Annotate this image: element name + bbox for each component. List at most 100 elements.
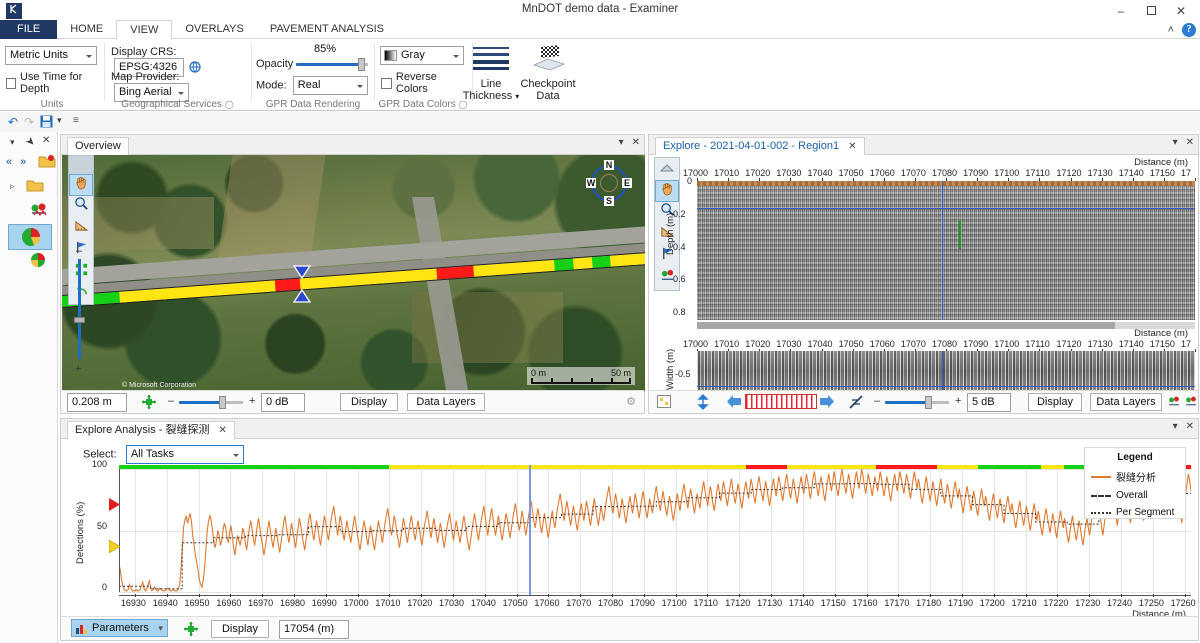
overview-close-icon[interactable]: ✕ [632,137,640,148]
maximize-button[interactable] [1136,1,1166,21]
gain-decrease-icon[interactable]: – [168,395,174,407]
explore-data-layers-button[interactable]: Data Layers [1090,393,1162,411]
green-marker-line [959,221,961,249]
unit-system-combo[interactable]: Metric Units [5,46,97,65]
radargram-hscrollbar[interactable] [697,322,1195,329]
zoom-magnifier-icon[interactable] [69,196,93,218]
close-button[interactable]: ✕ [1166,1,1196,21]
collapse-up-icon[interactable] [655,158,679,180]
red-threshold-marker[interactable] [109,498,120,514]
overview-header-buttons: ▾ ✕ [619,137,640,148]
x-tick-label: 17100 [661,598,687,608]
series-line-crack-analysis [119,469,1191,592]
chart-y-axis [119,469,120,592]
map-zoom-slider[interactable]: – + [72,245,86,375]
overview-tab[interactable]: Overview [67,137,129,155]
analysis-tab-close-icon[interactable]: ✕ [219,425,227,436]
radargram-depth[interactable] [697,181,1195,320]
dock-item-pie-chart[interactable] [8,224,52,250]
checkbox-box[interactable] [381,77,392,89]
dock-item-ball[interactable] [30,252,64,274]
dock-item-markers[interactable] [30,202,64,224]
explore-display-button[interactable]: Display [1028,393,1082,411]
overview-dropdown-icon[interactable]: ▾ [619,137,624,148]
analysis-tab[interactable]: Explore Analysis - 裂缝探测 ✕ [67,421,235,439]
chevron-up-icon[interactable]: ˄ [1168,24,1174,36]
use-time-for-depth-checkbox[interactable]: Use Time for Depth [6,71,104,95]
markers-icon[interactable] [1167,395,1181,411]
crosshair-icon[interactable] [848,394,864,413]
task-select-combo[interactable]: All Tasks [125,445,244,464]
analysis-dropdown-icon[interactable]: ▾ [1173,421,1178,432]
application-window: MnDOT demo data - Examiner – ✕ FILE HOME… [0,0,1200,643]
explore-dropdown-icon[interactable]: ▾ [1173,137,1178,148]
help-icon[interactable]: ? [1182,22,1196,37]
analysis-display-button[interactable]: Display [211,620,269,638]
analysis-position-field[interactable]: 17054 (m) [279,620,349,639]
gain-slider[interactable] [179,396,243,409]
use-time-for-depth-label: Use Time for Depth [19,71,83,95]
distance-tick-label: 17090 [963,168,989,178]
zoom-in-icon[interactable]: + [75,363,81,375]
overview-display-button[interactable]: Display [340,393,398,411]
ribbon-tab-overlays[interactable]: OVERLAYS [172,20,257,39]
resolution-field[interactable]: 0.208 m [67,393,127,412]
measure-ruler-icon[interactable] [69,218,93,240]
detections-chart[interactable] [119,465,1191,596]
save-icon[interactable] [40,115,53,131]
fit-to-extent-icon[interactable] [141,394,157,413]
ribbon-tab-view[interactable]: VIEW [116,20,173,40]
analysis-close-icon[interactable]: ✕ [1186,421,1194,432]
parameters-dropdown-icon[interactable]: ▾ [158,620,163,637]
thumbnail-icon[interactable] [657,395,671,411]
parameters-button[interactable]: Parameters ▾ [71,619,168,637]
explore-close-icon[interactable]: ✕ [1186,137,1194,148]
dock-close-icon[interactable]: ✕ [42,135,50,146]
trace-strip-icon[interactable] [745,394,817,409]
overview-map[interactable]: – + N S E W 0 m 50 m © Microsoft Corpora… [62,155,645,391]
chart-x-axis [119,595,1191,596]
checkpoint-data-button[interactable]: Checkpoint Data [514,45,582,102]
next-trace-icon[interactable] [819,395,834,411]
ribbon-tab-pavement-analysis[interactable]: PAVEMENT ANALYSIS [257,20,397,39]
ribbon-tab-file[interactable]: FILE [0,20,58,39]
collapse-all-icon[interactable]: « [6,156,12,168]
explore-gain-decrease-icon[interactable]: – [874,395,880,407]
tree-expander-icon[interactable]: ▹ [10,181,15,192]
distance-tick-label: 17100 [994,339,1020,349]
gain-field[interactable]: 0 dB [261,393,305,412]
compass-rose[interactable]: N S E W [586,160,632,206]
pan-hand-icon[interactable] [69,174,93,196]
yellow-threshold-marker[interactable] [108,539,121,556]
explore-gain-slider[interactable] [885,396,949,409]
markers-alt-icon[interactable] [1184,395,1198,411]
checkbox-box[interactable] [6,77,16,89]
explore-tab[interactable]: Explore - 2021-04-01-002 - Region1 ✕ [655,137,865,155]
gain-increase-icon[interactable]: + [249,395,255,407]
zoom-out-icon[interactable]: – [76,245,82,257]
dialog-launcher-icon[interactable]: ◯ [225,100,234,109]
explore-gain-increase-icon[interactable]: + [955,395,961,407]
qat-dropdown-icon[interactable]: ▾ [57,115,62,126]
fit-to-extent-icon[interactable] [183,621,199,640]
prev-trace-icon[interactable] [727,395,742,411]
ribbon-tab-home[interactable]: HOME [57,20,116,39]
explore-gain-field[interactable]: 5 dB [967,393,1011,412]
dock-dropdown-icon[interactable]: ▾ [10,137,15,148]
distance-ticks-bottom: 17000 17010 17020 17030 17040 17050 17060 17070… [683,339,1196,352]
dock-pin-icon[interactable]: ➤ [23,134,39,149]
radargram-width[interactable] [697,351,1195,391]
flip-vertical-icon[interactable] [695,394,711,413]
overview-settings-icon[interactable]: ⚙ [626,395,636,408]
expand-all-icon[interactable]: » [20,156,26,168]
undo-icon[interactable]: ↶ [8,115,18,129]
overview-data-layers-button[interactable]: Data Layers [407,393,485,411]
explore-tab-close-icon[interactable]: ✕ [848,141,856,152]
redo-icon[interactable]: ↷ [24,115,34,129]
opacity-slider[interactable] [296,58,368,71]
qat-overflow-icon[interactable]: ≡ [73,115,79,126]
minimize-button[interactable]: – [1106,1,1136,21]
dock-item-folder[interactable] [26,178,60,200]
mode-combo[interactable]: Real [292,76,368,95]
position-marker-icon[interactable] [291,265,313,306]
